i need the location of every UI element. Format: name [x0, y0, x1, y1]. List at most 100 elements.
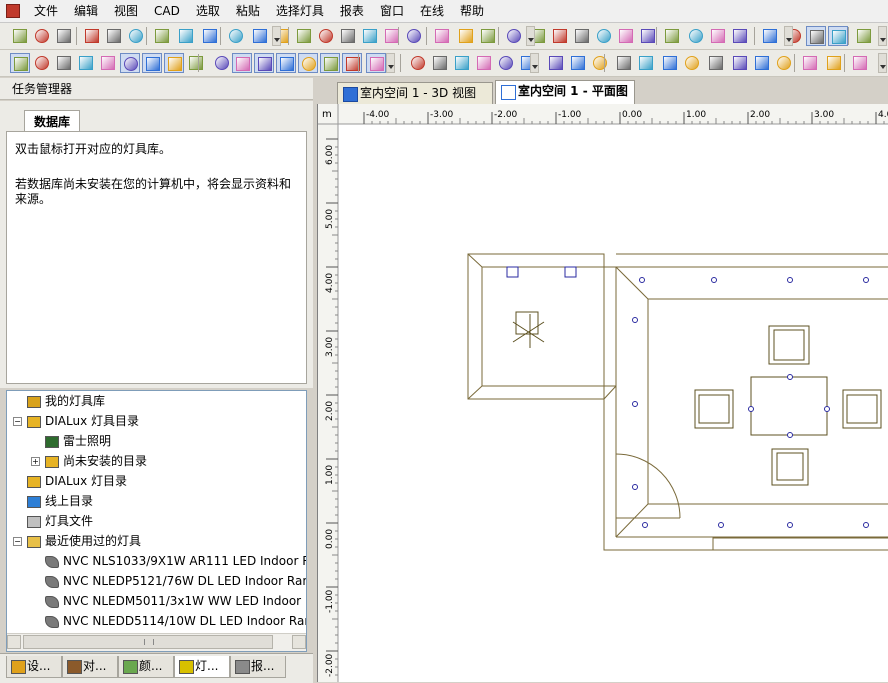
tree-item-10[interactable]: NVC NLEDM5011/3x1W WW LED Indoor — [45, 591, 301, 611]
luminaire-dot-11[interactable] — [787, 374, 793, 380]
chair-left[interactable] — [694, 389, 734, 429]
table[interactable] — [750, 376, 828, 436]
toolbar1-button-23[interactable] — [550, 26, 570, 46]
luminaire-dot-10[interactable] — [863, 522, 869, 528]
toolbar2-button-17[interactable] — [408, 53, 428, 73]
menu-item-8[interactable]: 窗口 — [372, 0, 412, 22]
luminaire-dot-9[interactable] — [787, 522, 793, 528]
menu-item-4[interactable]: 选取 — [188, 0, 228, 22]
toolbar1-button-36[interactable] — [854, 26, 874, 46]
toolbar2-overflow-button-1[interactable] — [530, 53, 539, 73]
menu-item-1[interactable]: 编辑 — [66, 0, 106, 22]
toolbar1-button-27[interactable] — [638, 26, 658, 46]
toolbar2-button-20[interactable] — [474, 53, 494, 73]
toolbar2-button-9[interactable] — [212, 53, 232, 73]
luminaire-dot-14[interactable] — [824, 406, 830, 412]
toolbar2-button-7[interactable] — [164, 53, 184, 73]
tree-item-3[interactable]: 尚未安装的目录 — [45, 451, 147, 471]
tree-expander[interactable]: − — [13, 537, 22, 546]
toolbar2-button-16[interactable] — [366, 53, 386, 73]
toolbar1-button-1[interactable] — [32, 26, 52, 46]
luminaire-dot-6[interactable] — [632, 484, 638, 490]
menu-item-7[interactable]: 报表 — [332, 0, 372, 22]
luminaire-dot-7[interactable] — [642, 522, 648, 528]
toolbar1-button-15[interactable] — [360, 26, 380, 46]
toolbar2-button-12[interactable] — [276, 53, 296, 73]
wall-luminaire-1[interactable] — [564, 266, 577, 278]
toolbar1-button-12[interactable] — [294, 26, 314, 46]
toolbar1-button-19[interactable] — [456, 26, 476, 46]
bottom-tab-4[interactable]: 报... — [230, 656, 286, 678]
standing-luminaire[interactable] — [512, 311, 545, 348]
toolbar1-button-32[interactable] — [760, 26, 780, 46]
toolbar2-button-33[interactable] — [774, 53, 794, 73]
toolbar1-button-20[interactable] — [478, 26, 498, 46]
toolbar2-button-36[interactable] — [850, 53, 870, 73]
toolbar1-button-30[interactable] — [708, 26, 728, 46]
toolbar2-button-4[interactable] — [98, 53, 118, 73]
toolbar1-overflow-button-1[interactable] — [526, 26, 535, 46]
toolbar2-button-19[interactable] — [452, 53, 472, 73]
annex-inner-wall[interactable] — [481, 266, 616, 387]
menu-item-3[interactable]: CAD — [146, 0, 188, 22]
menu-item-2[interactable]: 视图 — [106, 0, 146, 22]
toolbar1-button-18[interactable] — [432, 26, 452, 46]
toolbar2-button-27[interactable] — [636, 53, 656, 73]
tree-item-9[interactable]: NVC NLEDP5121/76W DL LED Indoor Ran — [45, 571, 306, 591]
toolbar1-button-8[interactable] — [200, 26, 220, 46]
chair-right[interactable] — [842, 389, 882, 429]
toolbar1-overflow-button-0[interactable] — [272, 26, 281, 46]
floor-plan-canvas[interactable]: m -4.00 -3.00 -2.00 -1.00 0.00 1.00 2.00 3.00 4.… — [318, 104, 888, 682]
luminaire-dot-13[interactable] — [748, 406, 754, 412]
tree-item-1[interactable]: DIALux 灯具目录 — [27, 411, 139, 431]
tab-database[interactable]: 数据库 — [24, 110, 80, 132]
luminaire-dot-5[interactable] — [632, 401, 638, 407]
document-tab-0[interactable]: 室内空间 1 - 3D 视图 — [337, 82, 493, 104]
toolbar1-button-10[interactable] — [250, 26, 270, 46]
toolbar2-button-6[interactable] — [142, 53, 162, 73]
toolbar2-button-25[interactable] — [590, 53, 610, 73]
toolbar1-button-34[interactable] — [806, 26, 826, 46]
toolbar1-button-9[interactable] — [226, 26, 246, 46]
toolbar2-button-1[interactable] — [32, 53, 52, 73]
toolbar2-button-14[interactable] — [320, 53, 340, 73]
luminaire-dot-0[interactable] — [639, 277, 645, 283]
toolbar2-overflow-button-0[interactable] — [386, 53, 395, 73]
bottom-tab-1[interactable]: 对... — [62, 656, 118, 678]
luminaire-dot-8[interactable] — [718, 522, 724, 528]
tree-item-4[interactable]: DIALux 灯目录 — [27, 471, 127, 491]
plan-viewport[interactable]: m -4.00 -3.00 -2.00 -1.00 0.00 1.00 2.00 3.00 4.… — [317, 104, 888, 682]
toolbar1-button-21[interactable] — [504, 26, 524, 46]
tree-horizontal-scrollbar[interactable] — [7, 633, 306, 651]
tree-item-8[interactable]: NVC NLS1033/9X1W AR111 LED Indoor R — [45, 551, 306, 571]
toolbar1-overflow-button-2[interactable] — [784, 26, 793, 46]
bottom-tab-0[interactable]: 设... — [6, 656, 62, 678]
tree-expander[interactable]: − — [13, 417, 22, 426]
toolbar1-button-26[interactable] — [616, 26, 636, 46]
toolbar2-button-30[interactable] — [706, 53, 726, 73]
toolbar2-button-26[interactable] — [614, 53, 634, 73]
toolbar2-button-11[interactable] — [254, 53, 274, 73]
toolbar1-button-28[interactable] — [662, 26, 682, 46]
scroll-left-button[interactable] — [7, 635, 21, 649]
toolbar2-button-5[interactable] — [120, 53, 140, 73]
toolbar2-button-13[interactable] — [298, 53, 318, 73]
toolbar2-button-35[interactable] — [824, 53, 844, 73]
bottom-tab-2[interactable]: 颜... — [118, 656, 174, 678]
toolbar2-button-10[interactable] — [232, 53, 252, 73]
tree-expander[interactable]: + — [31, 457, 40, 466]
toolbar1-button-3[interactable] — [82, 26, 102, 46]
toolbar1-button-2[interactable] — [54, 26, 74, 46]
toolbar1-button-17[interactable] — [404, 26, 424, 46]
ceiling-luminaires[interactable] — [506, 266, 869, 528]
tree-item-11[interactable]: NVC NLEDD5114/10W DL LED Indoor Ran — [45, 611, 306, 631]
toolbar2-button-34[interactable] — [800, 53, 820, 73]
toolbar2-button-32[interactable] — [752, 53, 772, 73]
luminaire-dot-12[interactable] — [787, 432, 793, 438]
toolbar2-overflow-button-2[interactable] — [878, 53, 887, 73]
toolbar2-button-18[interactable] — [430, 53, 450, 73]
toolbar1-button-16[interactable] — [382, 26, 402, 46]
toolbar1-button-6[interactable] — [152, 26, 172, 46]
toolbar2-button-31[interactable] — [730, 53, 750, 73]
tree-item-2[interactable]: 雷士照明 — [45, 431, 111, 451]
